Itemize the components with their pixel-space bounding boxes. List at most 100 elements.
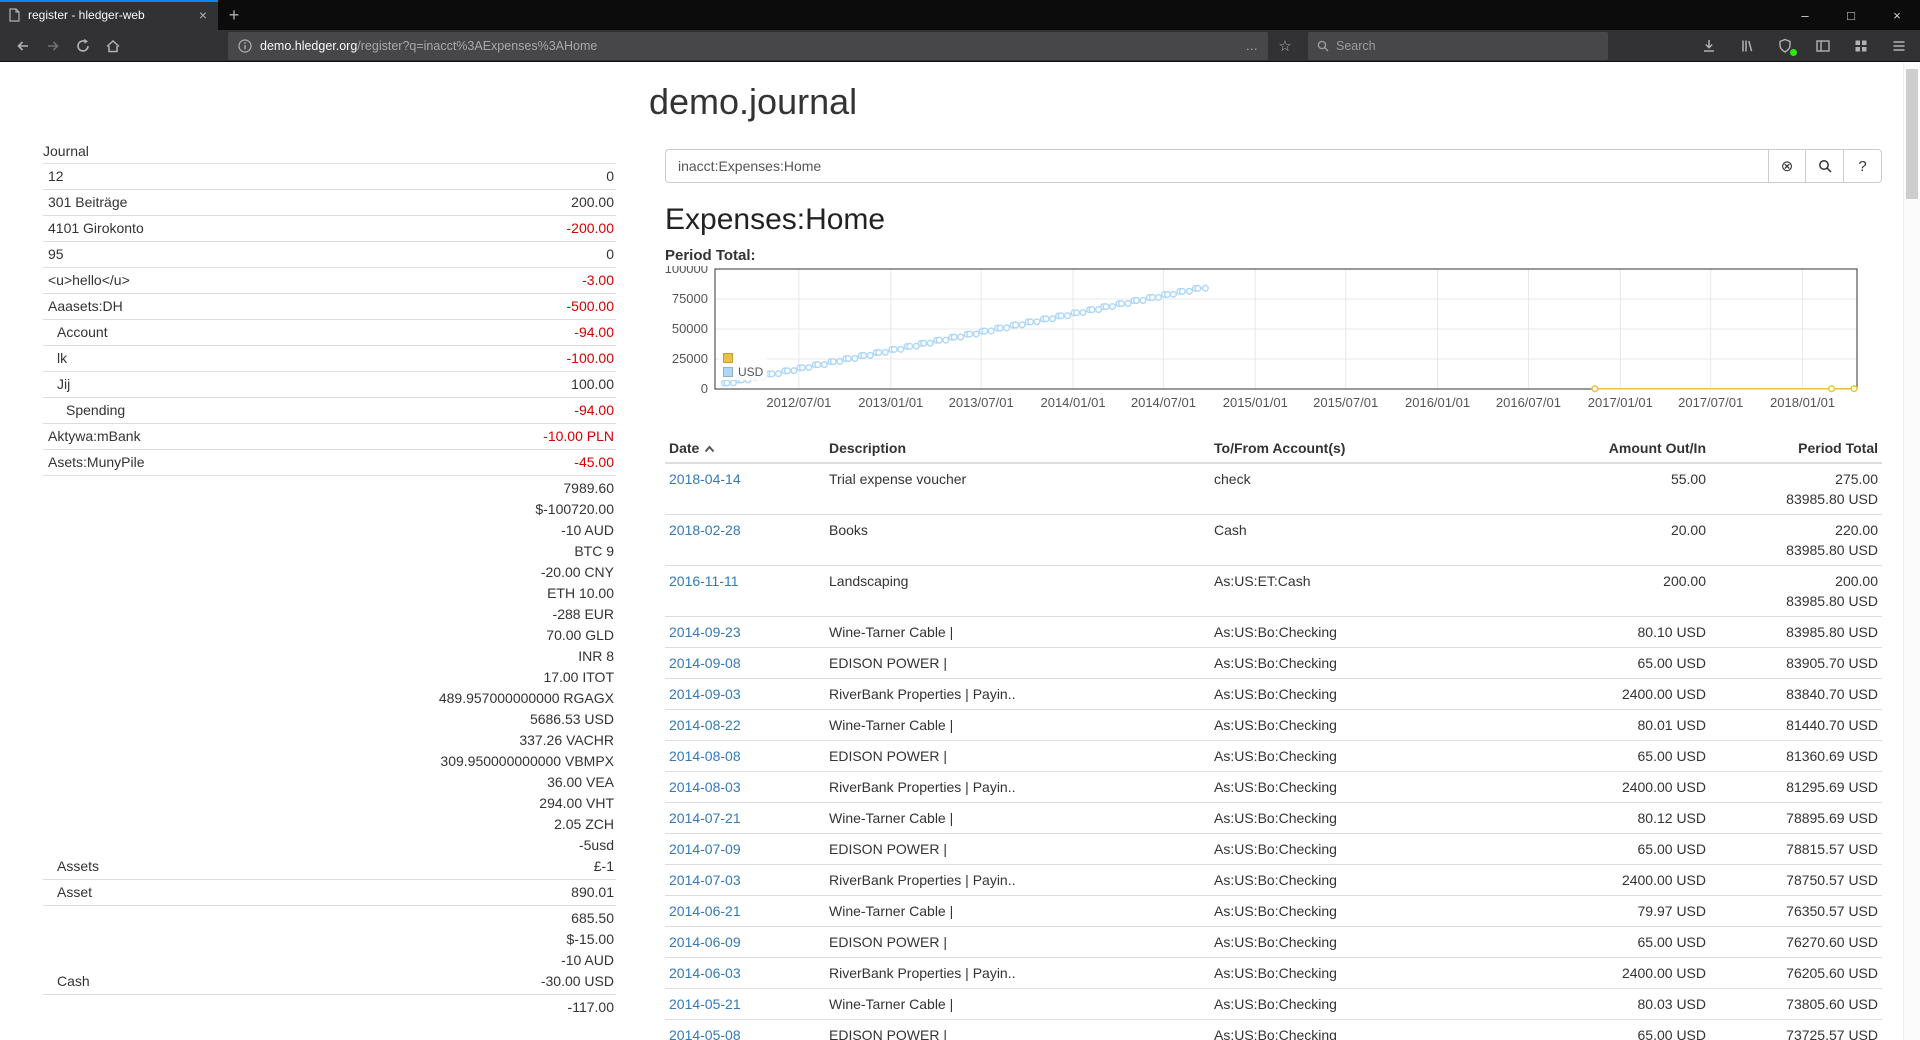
account-link[interactable]: Assets [57, 858, 99, 874]
bookmark-star-icon[interactable]: ☆ [1272, 37, 1298, 55]
search-icon [1317, 40, 1329, 52]
download-icon[interactable] [1696, 33, 1722, 59]
column-header-account[interactable]: To/From Account(s) [1210, 434, 1540, 463]
account-row: Spending -94.00 [43, 398, 616, 424]
date-link[interactable]: 2014-05-08 [669, 1027, 741, 1040]
date-link[interactable]: 2014-09-03 [669, 686, 741, 702]
journal-link[interactable]: Journal [43, 141, 89, 163]
date-link[interactable]: 2014-09-23 [669, 624, 741, 640]
column-header-description[interactable]: Description [825, 434, 1210, 463]
svg-text:2017/07/01: 2017/07/01 [1678, 395, 1743, 410]
navigation-toolbar: demo.hledger.org/register?q=inacct%3AExp… [0, 30, 1920, 62]
page-actions-icon[interactable]: … [1246, 39, 1259, 53]
sidebar-toggle-icon[interactable] [1810, 33, 1836, 59]
account-link[interactable]: Aaasets:DH [48, 298, 123, 314]
browser-tab[interactable]: register - hledger-web × [0, 0, 218, 30]
tab-bar: register - hledger-web × + – □ × [0, 0, 1920, 30]
url-bar[interactable]: demo.hledger.org/register?q=inacct%3AExp… [228, 32, 1268, 60]
svg-text:2013/07/01: 2013/07/01 [949, 395, 1014, 410]
account-link[interactable]: Jij [57, 376, 70, 392]
account-link[interactable]: Aktywa:mBank [48, 428, 141, 444]
date-link[interactable]: 2014-09-08 [669, 655, 741, 671]
table-row: 2014-07-03RiverBank Properties | Payin..… [665, 865, 1882, 896]
page-scrollbar[interactable] [1903, 63, 1920, 1040]
grid-icon[interactable] [1848, 33, 1874, 59]
svg-text:2013/01/01: 2013/01/01 [858, 395, 923, 410]
window-controls: – □ × [1782, 0, 1920, 30]
account-balance: -45.00 [253, 450, 616, 476]
account-link[interactable]: Cash [57, 973, 90, 989]
account-link[interactable]: Asets:MunyPile [48, 454, 144, 470]
account-link[interactable]: 301 Beiträge [48, 194, 127, 210]
account-link[interactable]: <u>hello</u> [48, 272, 130, 288]
svg-text:0: 0 [701, 381, 708, 396]
date-link[interactable]: 2018-04-14 [669, 471, 741, 487]
search-button[interactable] [1806, 149, 1844, 183]
scrollbar-thumb[interactable] [1906, 69, 1918, 199]
new-tab-button[interactable]: + [218, 0, 250, 30]
sidebar-accounts-table: 120301 Beiträge200.004101 Girokonto-200.… [43, 163, 616, 1020]
account-link[interactable]: lk [57, 350, 67, 366]
date-link[interactable]: 2014-07-03 [669, 872, 741, 888]
account-link[interactable]: 12 [48, 168, 64, 184]
close-button[interactable]: × [1874, 0, 1920, 30]
svg-text:50000: 50000 [672, 321, 708, 336]
site-info-icon[interactable] [238, 39, 252, 53]
accounts-sidebar: Journal 120301 Beiträge200.004101 Giroko… [43, 141, 616, 1040]
home-icon[interactable] [98, 32, 128, 60]
extension-icon[interactable] [1772, 33, 1798, 59]
forward-icon[interactable] [38, 32, 68, 60]
account-link[interactable]: Asset [57, 884, 92, 900]
column-header-period-total[interactable]: Period Total [1710, 434, 1882, 463]
date-link[interactable]: 2014-06-09 [669, 934, 741, 950]
magnifier-icon [1818, 159, 1832, 173]
account-link[interactable]: 95 [48, 246, 64, 262]
account-row: <u>hello</u> -3.00 [43, 268, 616, 294]
account-balance: -10.00 PLN [253, 424, 616, 450]
date-link[interactable]: 2014-08-08 [669, 748, 741, 764]
date-link[interactable]: 2018-02-28 [669, 522, 741, 538]
table-row: 2016-11-11LandscapingAs:US:ET:Cash200.00… [665, 566, 1882, 617]
library-icon[interactable] [1734, 33, 1760, 59]
date-link[interactable]: 2014-08-03 [669, 779, 741, 795]
menu-icon[interactable] [1886, 33, 1912, 59]
date-link[interactable]: 2016-11-11 [669, 573, 739, 589]
svg-text:75000: 75000 [672, 291, 708, 306]
table-row: 2014-09-03RiverBank Properties | Payin..… [665, 679, 1882, 710]
date-link[interactable]: 2014-06-03 [669, 965, 741, 981]
account-row: Cash685.50$-15.00-10 AUD-30.00 USD [43, 906, 616, 995]
svg-text:25000: 25000 [672, 351, 708, 366]
account-balance: -3.00 [253, 268, 616, 294]
minimize-button[interactable]: – [1782, 0, 1828, 30]
date-link[interactable]: 2014-08-22 [669, 717, 741, 733]
account-balance: 7989.60$-100720.00-10 AUDBTC 9-20.00 CNY… [253, 476, 616, 880]
account-row: Aaasets:DH-500.00 [43, 294, 616, 320]
back-icon[interactable] [8, 32, 38, 60]
account-link[interactable]: Spending [66, 402, 125, 418]
query-input[interactable] [665, 149, 1768, 183]
account-balance: 100.00 [253, 372, 616, 398]
table-row: 2014-08-08EDISON POWER |As:US:Bo:Checkin… [665, 741, 1882, 772]
account-balance: -94.00 [253, 398, 616, 424]
svg-text:2018/01/01: 2018/01/01 [1770, 395, 1835, 410]
reload-icon[interactable] [68, 32, 98, 60]
date-link[interactable]: 2014-05-21 [669, 996, 741, 1012]
date-link[interactable]: 2014-07-09 [669, 841, 741, 857]
browser-search-field[interactable]: Search [1308, 32, 1608, 60]
account-balance: 890.01 [253, 880, 616, 906]
column-header-date[interactable]: Date [665, 434, 825, 463]
chart-legend: USD [719, 350, 767, 380]
table-row: 2014-06-21Wine-Tarner Cable |As:US:Bo:Ch… [665, 896, 1882, 927]
svg-text:2012/07/01: 2012/07/01 [766, 395, 831, 410]
svg-text:2014/01/01: 2014/01/01 [1040, 395, 1105, 410]
help-button[interactable]: ? [1844, 149, 1882, 183]
tab-close-icon[interactable]: × [196, 7, 210, 23]
maximize-button[interactable]: □ [1828, 0, 1874, 30]
column-header-amount[interactable]: Amount Out/In [1540, 434, 1710, 463]
date-link[interactable]: 2014-06-21 [669, 903, 741, 919]
date-link[interactable]: 2014-07-21 [669, 810, 741, 826]
legend-entry: USD [723, 365, 763, 379]
clear-query-button[interactable]: ⊗ [1768, 149, 1806, 183]
account-link[interactable]: Account [57, 324, 108, 340]
account-link[interactable]: 4101 Girokonto [48, 220, 144, 236]
